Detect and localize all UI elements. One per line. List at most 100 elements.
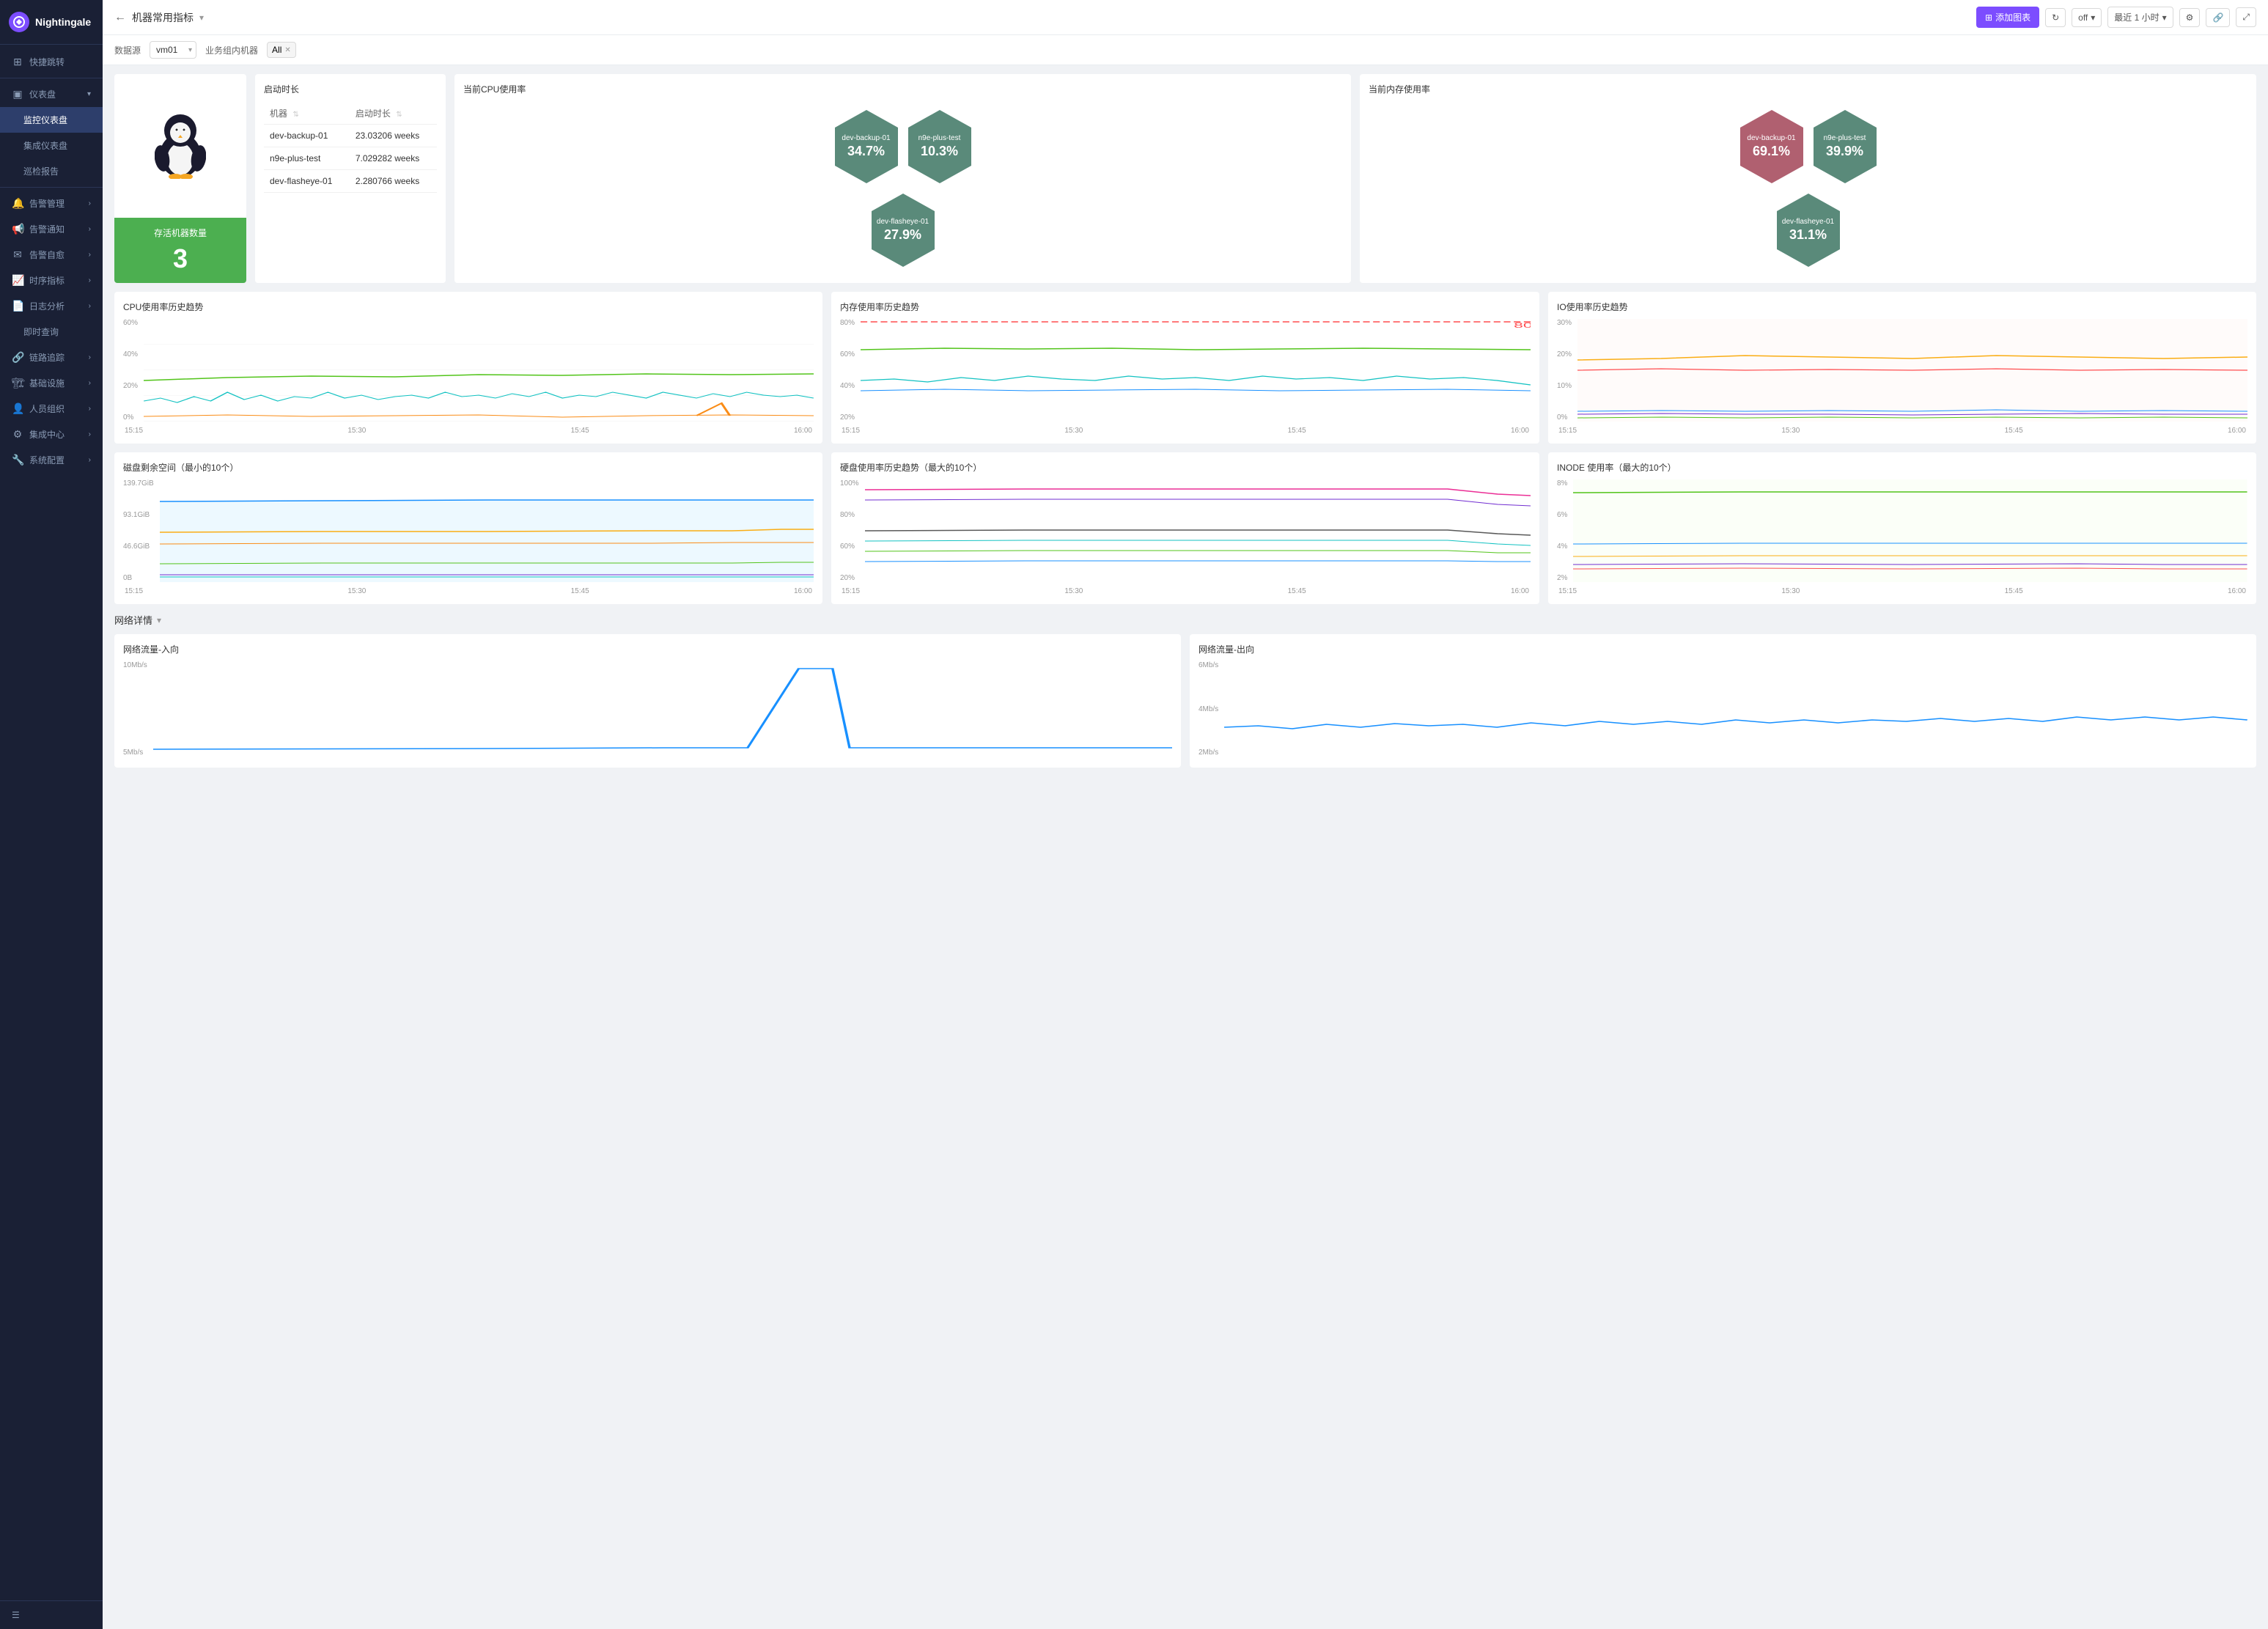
- chevron-icon: ›: [89, 456, 91, 464]
- sidebar-item-label: 告警管理: [29, 197, 65, 210]
- alert-icon: 🔔: [12, 197, 23, 210]
- chart-plot: [144, 319, 814, 424]
- source-label: 数据源: [114, 44, 141, 56]
- group-tag[interactable]: All ✕: [267, 42, 296, 58]
- sidebar-item-alert-notify[interactable]: 📢 告警通知 ›: [0, 216, 103, 242]
- chevron-icon: ›: [89, 405, 91, 413]
- source-select-wrapper[interactable]: vm01: [150, 41, 196, 59]
- x-axis: 15:15 15:30 15:45 16:00: [1557, 427, 2247, 435]
- sidebar-item-alert-self-heal[interactable]: ✉ 告警自愈 ›: [0, 242, 103, 268]
- cpu-hex-1: dev-backup-01 34.7%: [833, 109, 899, 185]
- sidebar-item-integration[interactable]: ⚙ 集成中心 ›: [0, 422, 103, 447]
- cpu-trend-title: CPU使用率历史趋势: [123, 301, 814, 313]
- auto-refresh-button[interactable]: off ▾: [2072, 8, 2102, 27]
- sidebar-item-time-metrics[interactable]: 📈 时序指标 ›: [0, 268, 103, 293]
- sidebar-item-monitor-dashboard[interactable]: 监控仪表盘: [0, 107, 103, 133]
- y-axis: 100% 80% 60% 20%: [840, 479, 862, 582]
- source-select[interactable]: vm01: [150, 41, 196, 59]
- sidebar-item-label: 巡检报告: [23, 165, 59, 177]
- sidebar-bottom[interactable]: ☰: [0, 1600, 103, 1629]
- logo-text: Nightingale: [35, 16, 91, 28]
- metrics-icon: 📈: [12, 274, 23, 287]
- cpu-title: 当前CPU使用率: [463, 83, 1342, 95]
- hex-value: 69.1%: [1747, 144, 1795, 159]
- network-arrow[interactable]: ▾: [157, 615, 161, 625]
- tag-close-icon[interactable]: ✕: [284, 46, 290, 54]
- x-axis: 15:15 15:30 15:45 16:00: [123, 587, 814, 595]
- sort-icon[interactable]: ⇅: [396, 111, 402, 119]
- sidebar-item-label: 链路追踪: [29, 351, 65, 364]
- svg-text:80: 80: [1514, 321, 1531, 329]
- sidebar-item-infrastructure[interactable]: 🏗 基础设施 ›: [0, 370, 103, 396]
- chart-plot: [1577, 319, 2247, 424]
- chevron-down-icon: ▾: [87, 90, 91, 98]
- group-label: 业务组内机器: [205, 44, 258, 56]
- chart-plot: 80: [861, 319, 1531, 424]
- time-range-button[interactable]: 最近 1 小时 ▾: [2107, 7, 2173, 28]
- integration-icon: ⚙: [12, 428, 23, 441]
- sidebar-item-alert-management[interactable]: 🔔 告警管理 ›: [0, 191, 103, 216]
- sidebar-item-label: 人员组织: [29, 402, 65, 415]
- dashboard-icon: ▣: [12, 88, 23, 100]
- sidebar-item-people-org[interactable]: 👤 人员组织 ›: [0, 396, 103, 422]
- sidebar-item-integrated-dashboard[interactable]: 集成仪表盘: [0, 133, 103, 158]
- uptime-row: dev-backup-01 23.03206 weeks: [264, 125, 437, 147]
- mem-trend-card: 内存使用率历史趋势 80% 60% 40% 20% 80: [831, 292, 1539, 444]
- chevron-icon: ›: [89, 430, 91, 438]
- disk-usage-body: 100% 80% 60% 20%: [840, 479, 1531, 584]
- hex-value: 27.9%: [877, 227, 929, 243]
- cpu-card: 当前CPU使用率 dev-backup-01 34.7%: [454, 74, 1351, 283]
- mem-hex-row2: dev-flasheye-01 31.1%: [1374, 192, 2242, 268]
- uptime-value: 23.03206 weeks: [350, 125, 437, 147]
- add-chart-button[interactable]: ⊞ 添加图表: [1976, 7, 2039, 28]
- expand-icon: ⤢: [2242, 12, 2250, 23]
- hex-value: 39.9%: [1824, 144, 1866, 159]
- sidebar-item-label: 日志分析: [29, 300, 65, 312]
- disk-usage-card: 硬盘使用率历史趋势（最大的10个） 100% 80% 60% 20%: [831, 452, 1539, 604]
- network-section-header: 网络详情 ▾: [114, 613, 2256, 627]
- fullscreen-button[interactable]: ⤢: [2236, 7, 2256, 27]
- title-arrow[interactable]: ▾: [199, 12, 204, 23]
- sidebar-item-trace[interactable]: 🔗 链路追踪 ›: [0, 345, 103, 370]
- machine-name: dev-backup-01: [264, 125, 350, 147]
- sidebar-item-patrol-report[interactable]: 巡检报告: [0, 158, 103, 184]
- live-machines-label: 存活机器数量: [154, 227, 207, 239]
- x-axis: 15:15 15:30 15:45 16:00: [123, 427, 814, 435]
- refresh-button[interactable]: ↻: [2045, 8, 2066, 27]
- disk-space-card: 磁盘剩余空间（最小的10个） 139.7GiB 93.1GiB 46.6GiB …: [114, 452, 822, 604]
- io-trend-card: IO使用率历史趋势 30% 20% 10% 0%: [1548, 292, 2256, 444]
- sidebar-item-log-analysis[interactable]: 📄 日志分析 ›: [0, 293, 103, 319]
- uptime-col-uptime: 启动时长 ⇅: [350, 103, 437, 125]
- disk-space-body: 139.7GiB 93.1GiB 46.6GiB 0B: [123, 479, 814, 584]
- network-grid: 网络流量-入向 10Mb/s 5Mb/s: [114, 634, 2256, 768]
- mem-title: 当前内存使用率: [1369, 83, 2247, 95]
- hex-name: dev-backup-01: [1747, 134, 1795, 142]
- infra-icon: 🏗: [12, 377, 23, 389]
- sidebar-item-label: 基础设施: [29, 377, 65, 389]
- inbound-body: 10Mb/s 5Mb/s: [123, 661, 1172, 759]
- settings-button[interactable]: ⚙: [2179, 8, 2201, 27]
- chevron-icon: ›: [89, 379, 91, 387]
- x-axis: 15:15 15:30 15:45 16:00: [840, 427, 1531, 435]
- main-content: ← 机器常用指标 ▾ ⊞ 添加图表 ↻ off ▾ 最近 1 小时 ▾ ⚙: [103, 0, 2268, 1629]
- back-icon[interactable]: ←: [114, 11, 126, 24]
- refresh-icon: ↻: [2052, 12, 2059, 23]
- mem-card: 当前内存使用率 dev-backup-01 69.1%: [1360, 74, 2256, 283]
- uptime-row: n9e-plus-test 7.029282 weeks: [264, 147, 437, 170]
- sidebar-item-instant-query[interactable]: 即时查询: [0, 319, 103, 345]
- dropdown-icon: ▾: [2091, 12, 2095, 23]
- io-trend-title: IO使用率历史趋势: [1557, 301, 2247, 313]
- self-heal-icon: ✉: [12, 249, 23, 261]
- sidebar-item-dashboard[interactable]: ▣ 仪表盘 ▾: [0, 81, 103, 107]
- hex-name: n9e-plus-test: [1824, 134, 1866, 142]
- sort-icon[interactable]: ⇅: [292, 111, 298, 119]
- x-axis: 15:15 15:30 15:45 16:00: [840, 587, 1531, 595]
- chevron-icon: ›: [89, 251, 91, 259]
- share-button[interactable]: 🔗: [2206, 8, 2230, 27]
- sidebar-item-sys-config[interactable]: 🔧 系统配置 ›: [0, 447, 103, 473]
- sidebar-item-quick-jump[interactable]: ⊞ 快捷跳转: [0, 49, 103, 75]
- sidebar-item-label: 告警通知: [29, 223, 65, 235]
- topbar-right: ⊞ 添加图表 ↻ off ▾ 最近 1 小时 ▾ ⚙ 🔗 ⤢: [1976, 7, 2256, 28]
- machine-name: dev-flasheye-01: [264, 170, 350, 193]
- mem-hex-3: dev-flasheye-01 31.1%: [1775, 192, 1841, 268]
